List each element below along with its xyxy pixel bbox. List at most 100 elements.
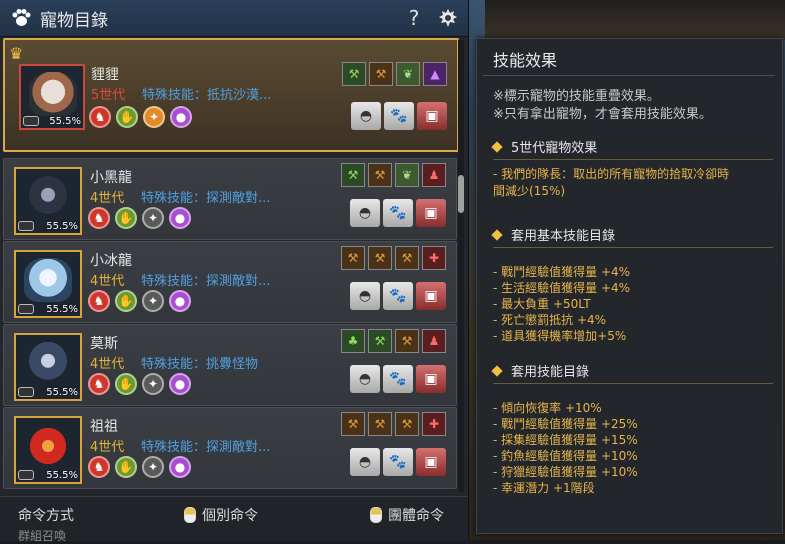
pet-card[interactable]: 55.5% 小黑龍 4世代 特殊技能：探測敵對... ♞ ✋ ✦ ● ⚒ ⚒ ❦… xyxy=(3,158,457,240)
help-button[interactable]: ? xyxy=(400,4,428,32)
effect-line: - 狩獵經驗值獲得量 +10% xyxy=(493,465,638,479)
scrollbar-thumb[interactable] xyxy=(458,175,464,213)
hand-trait-icon[interactable]: ✋ xyxy=(115,207,137,229)
store-box-button[interactable]: ▣ xyxy=(416,199,446,227)
effect-line: - 道具獲得機率增加+5% xyxy=(493,329,627,343)
effect-line: - 死亡懲罰抵抗 +4% xyxy=(493,313,607,327)
pet-special-skill: 特殊技能：挑釁怪物 xyxy=(141,357,259,372)
hand-trait-icon[interactable]: ✋ xyxy=(116,106,138,128)
pet-portrait: 55.5% xyxy=(14,333,82,401)
paw-button[interactable]: 🐾 xyxy=(383,199,413,227)
clover-skill-icon[interactable]: ♣ xyxy=(341,329,365,353)
pet-actions: ◓ 🐾 ▣ xyxy=(350,448,446,476)
axe-skill-icon[interactable]: ⚒ xyxy=(368,163,392,187)
pet-actions: ◓ 🐾 ▣ xyxy=(350,365,446,393)
store-box-button[interactable]: ▣ xyxy=(417,102,447,130)
section-generation-effect: 5世代寵物效果 xyxy=(491,137,597,156)
wing-skill-icon[interactable]: ❦ xyxy=(396,62,420,86)
store-box-button[interactable]: ▣ xyxy=(416,282,446,310)
bag-trait-icon[interactable]: ● xyxy=(170,106,192,128)
pet-name: 小黑龍 xyxy=(90,170,132,186)
pet-name: 小冰龍 xyxy=(90,253,132,269)
food-icon xyxy=(18,304,34,314)
axe-skill-icon[interactable]: ⚒ xyxy=(395,412,419,436)
hand-trait-icon[interactable]: ✋ xyxy=(115,456,137,478)
pet-card[interactable]: 55.5% 祖祖 4世代 特殊技能：探測敵對... ♞ ✋ ✦ ● ⚒ ⚒ ⚒ … xyxy=(3,407,457,489)
compass-trait-icon[interactable]: ✦ xyxy=(142,290,164,312)
scrollbar-track[interactable] xyxy=(458,40,464,492)
pick-skill-icon[interactable]: ⚒ xyxy=(368,412,392,436)
pet-special-skill: 特殊技能：探測敵對... xyxy=(141,191,271,206)
effect-line: - 最大負重 +50LT xyxy=(493,297,591,311)
paw-button[interactable]: 🐾 xyxy=(384,102,414,130)
target-skill-icon[interactable]: ✚ xyxy=(422,246,446,270)
wing-skill-icon[interactable]: ❦ xyxy=(395,163,419,187)
horse-trait-icon[interactable]: ♞ xyxy=(88,373,110,395)
compass-trait-icon[interactable]: ✦ xyxy=(142,456,164,478)
pet-generation: 5世代 xyxy=(91,88,126,103)
compass-trait-icon[interactable]: ✦ xyxy=(142,373,164,395)
divider xyxy=(483,75,775,76)
feed-bowl-button[interactable]: ◓ xyxy=(350,448,380,476)
feed-bowl-button[interactable]: ◓ xyxy=(351,102,381,130)
figure-skill-icon[interactable]: ♟ xyxy=(422,329,446,353)
pet-image xyxy=(24,341,72,385)
diamond-icon xyxy=(491,140,503,153)
horse-trait-icon[interactable]: ♞ xyxy=(88,290,110,312)
horse-trait-icon[interactable]: ♞ xyxy=(89,106,111,128)
pet-card-selected[interactable]: ♛ 55.5% 貍貍 5世代 特殊技能：抵抗沙漠... ♞ ✋ ✦ ● ⚒ ⚒ … xyxy=(3,38,459,152)
pet-card[interactable]: 55.5% 小冰龍 4世代 特殊技能：探測敵對... ♞ ✋ ✦ ● ⚒ ⚒ ⚒… xyxy=(3,241,457,323)
shovel-skill-icon[interactable]: ⚒ xyxy=(341,412,365,436)
skill-icons: ⚒ ⚒ ⚒ ✚ xyxy=(341,246,446,270)
figure-skill-icon[interactable]: ♟ xyxy=(422,163,446,187)
paw-button[interactable]: 🐾 xyxy=(383,365,413,393)
horse-trait-icon[interactable]: ♞ xyxy=(88,207,110,229)
bag-trait-icon[interactable]: ● xyxy=(169,207,191,229)
shovel-skill-icon[interactable]: ⚒ xyxy=(341,246,365,270)
pet-generation: 4世代 xyxy=(90,191,125,206)
compass-trait-icon[interactable]: ✦ xyxy=(143,106,165,128)
pet-generation: 4世代 xyxy=(90,440,125,455)
window-title: 寵物目錄 xyxy=(40,10,108,31)
pet-image xyxy=(24,258,72,302)
settings-button[interactable] xyxy=(434,4,462,32)
gather-skill-icon[interactable]: ⚒ xyxy=(368,329,392,353)
bag-trait-icon[interactable]: ● xyxy=(169,373,191,395)
feed-bowl-button[interactable]: ◓ xyxy=(350,199,380,227)
individual-command-label: 個別命令 xyxy=(202,508,258,524)
target-skill-icon[interactable]: ✚ xyxy=(422,412,446,436)
feed-bowl-button[interactable]: ◓ xyxy=(350,365,380,393)
trait-icons: ♞ ✋ ✦ ● xyxy=(88,373,191,395)
axe-skill-icon[interactable]: ⚒ xyxy=(369,62,393,86)
axe-skill-icon[interactable]: ⚒ xyxy=(395,246,419,270)
bag-trait-icon[interactable]: ● xyxy=(169,456,191,478)
pet-percent: 55.5% xyxy=(46,221,78,232)
gather-skill-icon[interactable]: ⚒ xyxy=(342,62,366,86)
hand-trait-icon[interactable]: ✋ xyxy=(115,373,137,395)
store-box-button[interactable]: ▣ xyxy=(416,448,446,476)
axe-skill-icon[interactable]: ⚒ xyxy=(395,329,419,353)
paw-icon xyxy=(10,7,32,29)
pet-card[interactable]: 55.5% 莫斯 4世代 特殊技能：挑釁怪物 ♞ ✋ ✦ ● ♣ ⚒ ⚒ ♟ ◓… xyxy=(3,324,457,406)
feed-bowl-button[interactable]: ◓ xyxy=(350,282,380,310)
paw-button[interactable]: 🐾 xyxy=(383,282,413,310)
pet-name: 祖祖 xyxy=(90,419,118,435)
pick-skill-icon[interactable]: ⚒ xyxy=(368,246,392,270)
group-command-button[interactable]: 團體命令 xyxy=(370,505,444,525)
potion-skill-icon[interactable]: ▲ xyxy=(423,62,447,86)
individual-command-button[interactable]: 個別命令 xyxy=(184,505,258,525)
compass-trait-icon[interactable]: ✦ xyxy=(142,207,164,229)
bag-trait-icon[interactable]: ● xyxy=(169,290,191,312)
tooltip-note-1: ※標示寵物的技能重疊效果。 xyxy=(493,89,660,104)
hand-trait-icon[interactable]: ✋ xyxy=(115,290,137,312)
pet-actions: ◓ 🐾 ▣ xyxy=(350,282,446,310)
gather-skill-icon[interactable]: ⚒ xyxy=(341,163,365,187)
horse-trait-icon[interactable]: ♞ xyxy=(88,456,110,478)
paw-button[interactable]: 🐾 xyxy=(383,448,413,476)
effect-line: 間減少(15%) xyxy=(493,184,566,198)
pet-name: 莫斯 xyxy=(90,336,118,352)
effect-line: - 生活經驗值獲得量 +4% xyxy=(493,281,631,295)
trait-icons: ♞ ✋ ✦ ● xyxy=(88,290,191,312)
store-box-button[interactable]: ▣ xyxy=(416,365,446,393)
title-bar: 寵物目錄 ? xyxy=(0,0,468,37)
